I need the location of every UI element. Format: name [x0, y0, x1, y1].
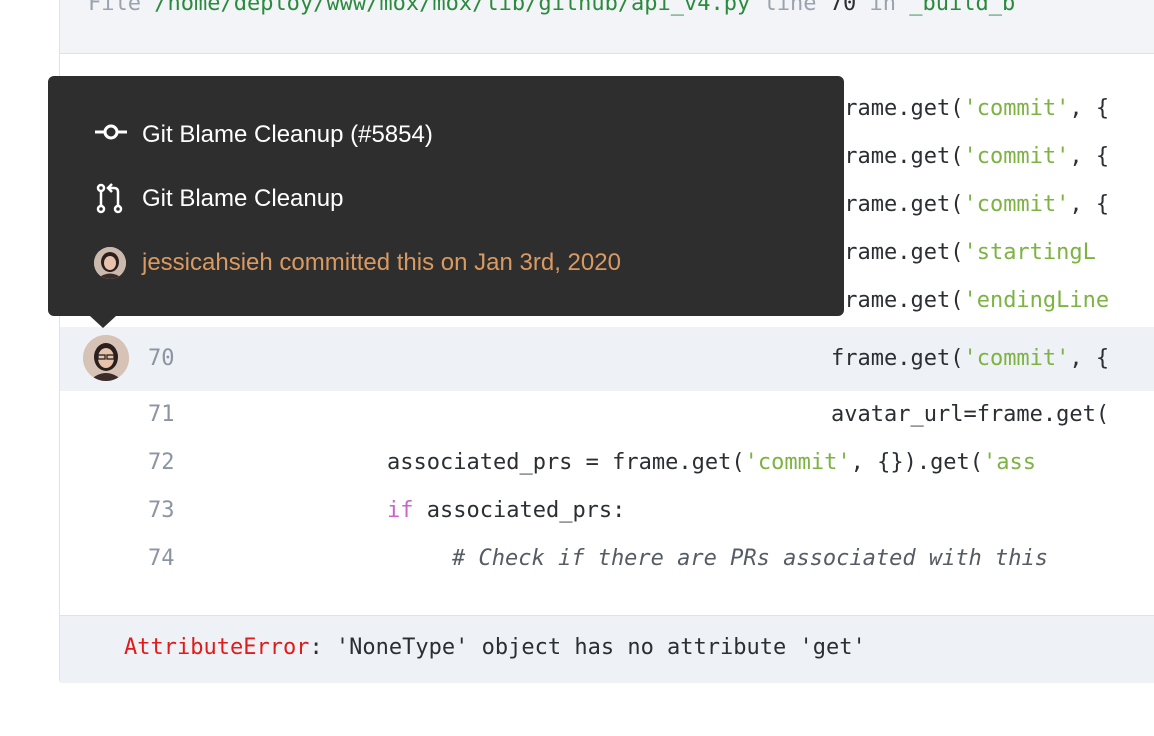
line-number: 72: [148, 450, 175, 475]
commit-title: Git Blame Cleanup (#5854): [142, 121, 433, 148]
line-word: line: [763, 0, 817, 16]
exception-text: : 'NoneType' object has no attribute 'ge…: [309, 635, 866, 660]
in-word: in: [869, 0, 897, 16]
line-number: 73: [148, 498, 175, 523]
tooltip-arrow: [90, 316, 116, 328]
commit-icon: [94, 118, 128, 152]
code-line-highlighted[interactable]: 70 frame.get('commit', {: [60, 327, 1154, 391]
exception-type: AttributeError: [124, 635, 310, 660]
avatar: [94, 247, 126, 279]
blame-tooltip: Git Blame Cleanup (#5854) Git Blame Clea…: [48, 76, 844, 328]
frame-line-number: 70: [829, 0, 857, 16]
line-number: 74: [148, 546, 175, 571]
exception-message: AttributeError: 'NoneType' object has no…: [60, 615, 1154, 683]
line-number: 70: [148, 346, 175, 371]
author-commit-info: jessicahsieh committed this on Jan 3rd, …: [142, 249, 621, 276]
file-path: /home/deploy/www/mox/mox/lib/github/api_…: [154, 0, 751, 16]
code-line: 74 # Check if there are PRs associated w…: [60, 535, 1154, 583]
line-number: 71: [148, 402, 175, 427]
code-line: 72 associated_prs = frame.get('commit', …: [60, 439, 1154, 487]
function-name: _build_b: [909, 0, 1016, 16]
code-line: 73 if associated_prs:: [60, 487, 1154, 535]
author-avatar[interactable]: [83, 335, 129, 381]
file-prefix: File: [88, 0, 141, 16]
code-line: 71 avatar_url=frame.get(: [60, 391, 1154, 439]
pull-request-icon: [94, 182, 128, 216]
frame-header[interactable]: File /home/deploy/www/mox/mox/lib/github…: [60, 0, 1154, 54]
pr-title: Git Blame Cleanup: [142, 185, 344, 212]
